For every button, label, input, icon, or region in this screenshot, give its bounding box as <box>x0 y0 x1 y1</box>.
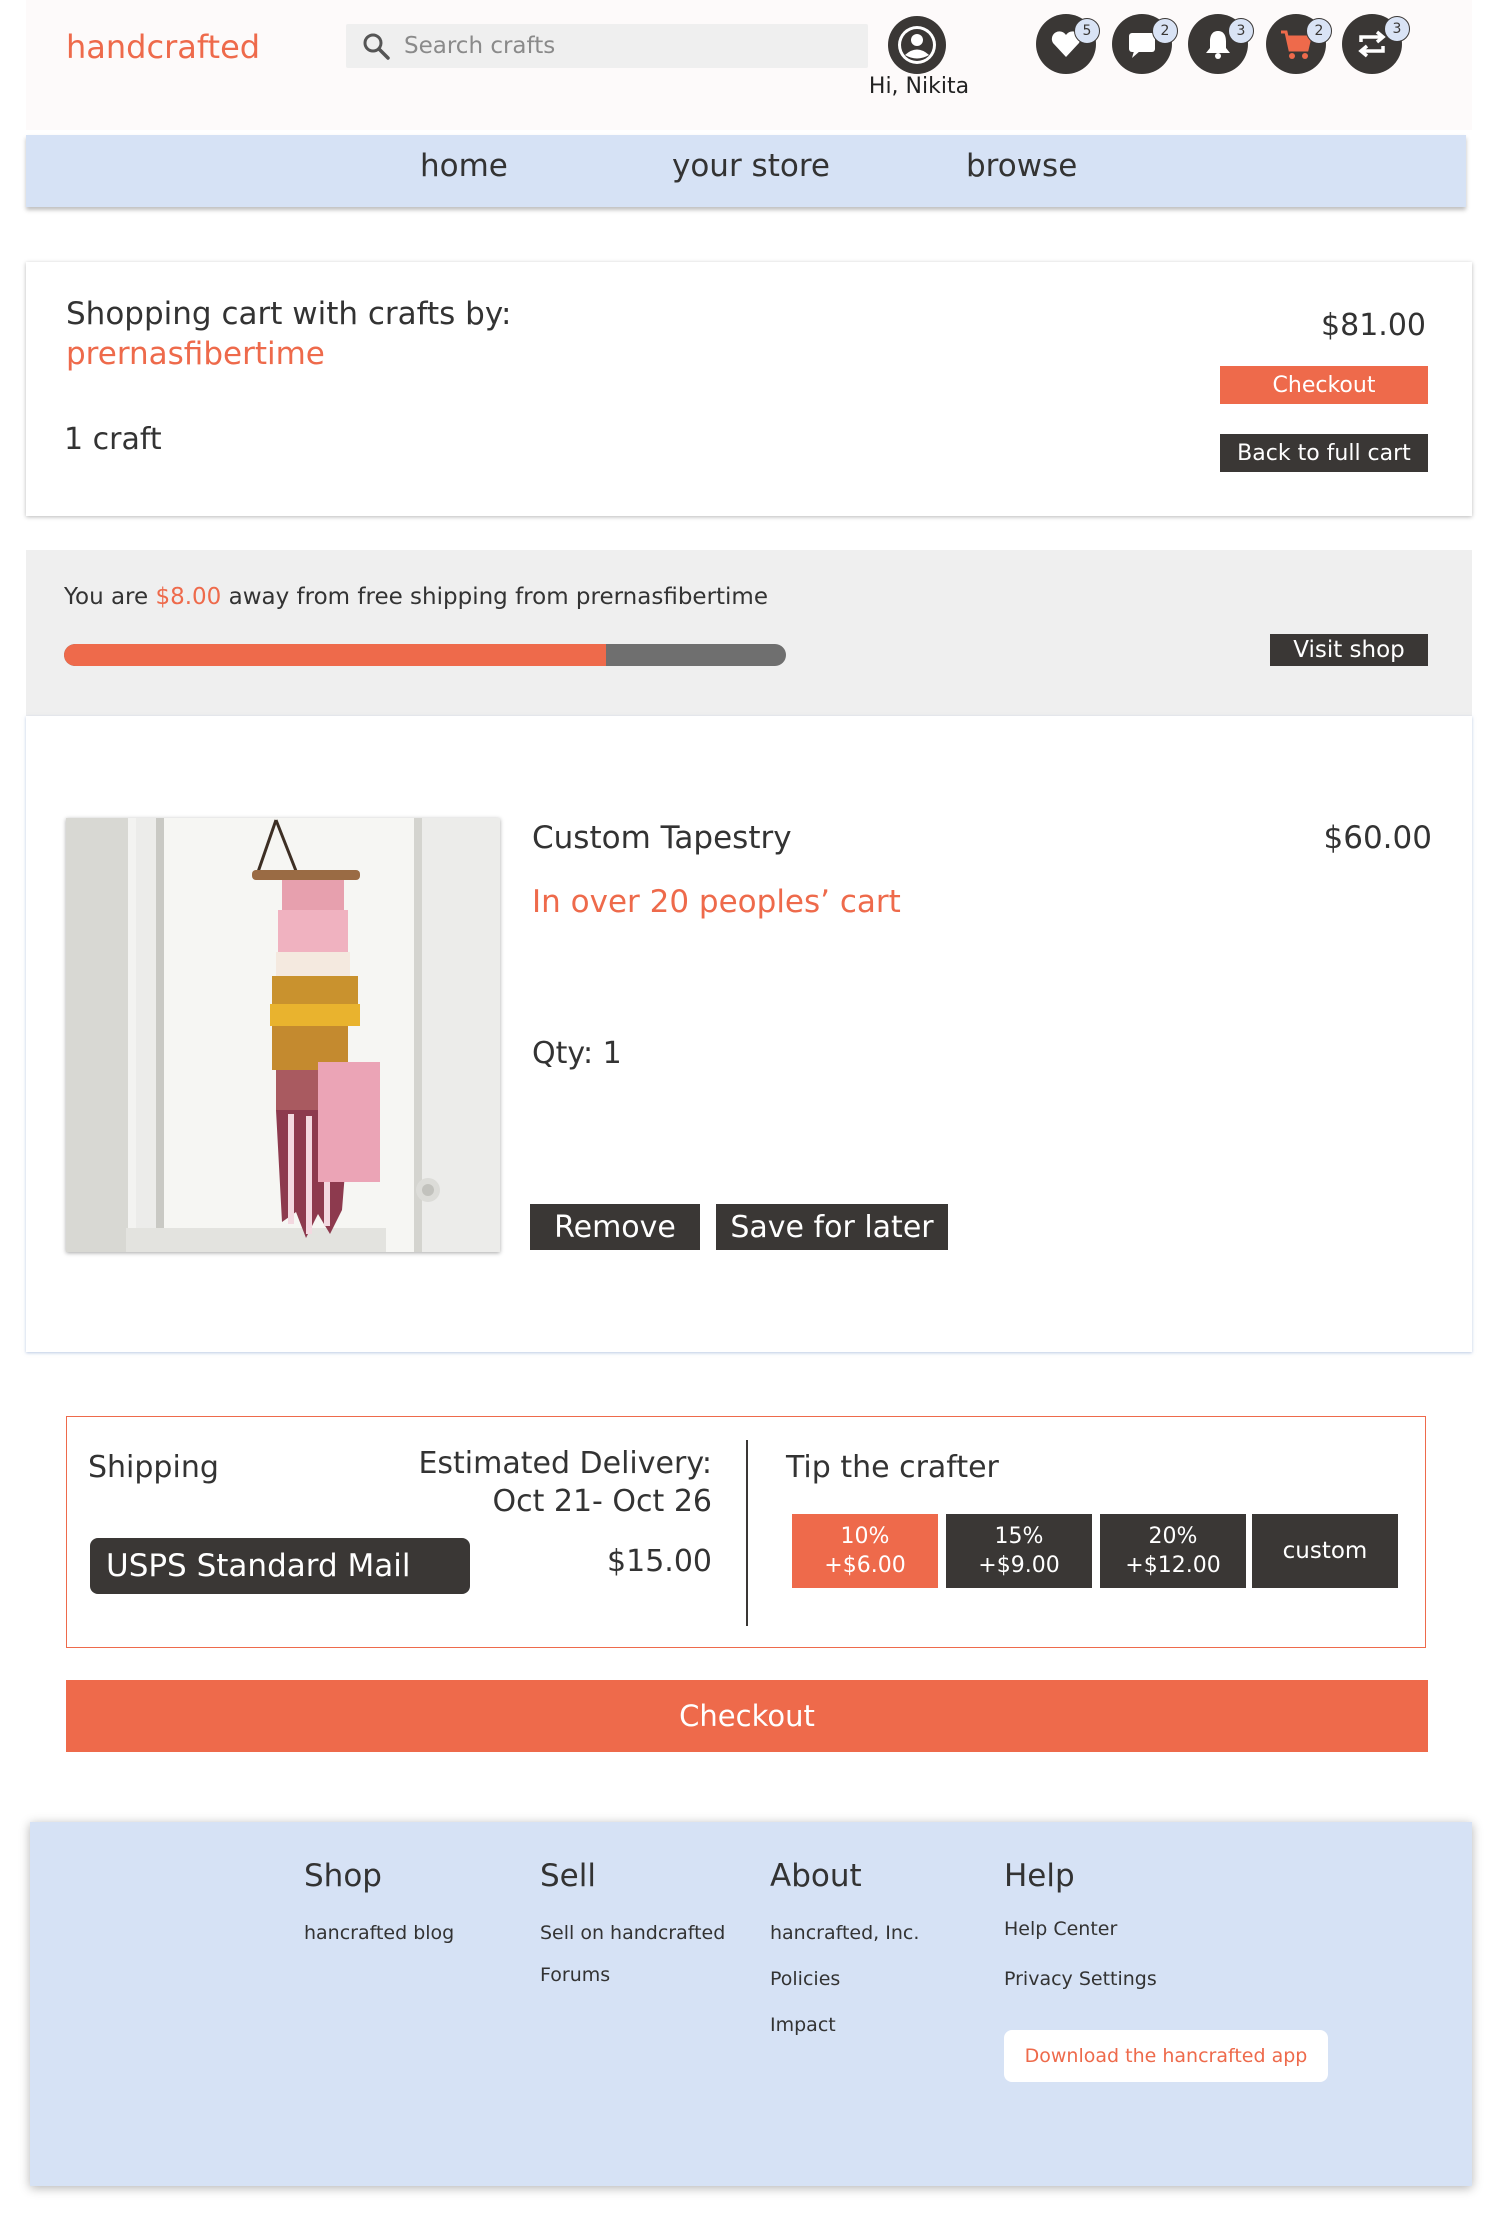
tip-option-amount: +$6.00 <box>824 1553 906 1578</box>
free-shipping-amount: $8.00 <box>155 584 222 610</box>
item-quantity[interactable]: Qty: 1 <box>532 1036 622 1071</box>
footer-heading-about: About <box>770 1858 862 1894</box>
footer-link-impact[interactable]: Impact <box>770 2014 836 2036</box>
footer-link-privacy-settings[interactable]: Privacy Settings <box>1004 1968 1157 1990</box>
user-greeting: Hi, Nikita <box>868 74 970 99</box>
free-shipping-banner <box>26 550 1472 716</box>
back-to-full-cart-button[interactable]: Back to full cart <box>1220 434 1428 472</box>
shipping-heading: Shipping <box>88 1450 219 1485</box>
tip-option-percent: 15% <box>994 1524 1044 1549</box>
cart-count-badge: 2 <box>1306 18 1332 44</box>
free-shipping-prefix: You are <box>64 584 156 610</box>
nav-browse[interactable]: browse <box>966 148 1077 184</box>
footer-heading-help: Help <box>1004 1858 1075 1894</box>
notifications-count-badge: 3 <box>1228 18 1254 44</box>
free-shipping-progress-bar <box>64 644 786 666</box>
tip-option-10[interactable]: 10% +$6.00 <box>792 1514 938 1588</box>
tip-option-percent: 20% <box>1148 1524 1198 1549</box>
save-for-later-button[interactable]: Save for later <box>716 1204 948 1250</box>
footer-link-company[interactable]: hancrafted, Inc. <box>770 1922 919 1944</box>
footer-link-policies[interactable]: Policies <box>770 1968 840 1990</box>
search-icon[interactable] <box>354 24 398 68</box>
craft-count: 1 craft <box>64 422 162 457</box>
tip-option-percent: 10% <box>840 1524 890 1549</box>
nav-home[interactable]: home <box>420 148 508 184</box>
item-title[interactable]: Custom Tapestry <box>532 820 792 856</box>
free-shipping-suffix: away from free shipping from prernasfibe… <box>221 584 768 610</box>
estimated-delivery-label: Estimated Delivery: <box>418 1446 712 1481</box>
tip-option-amount: +$12.00 <box>1125 1553 1221 1578</box>
download-app-button[interactable]: Download the hancrafted app <box>1004 2030 1328 2082</box>
footer-heading-shop: Shop <box>304 1858 382 1894</box>
checkout-button-top[interactable]: Checkout <box>1220 366 1428 404</box>
tip-option-20[interactable]: 20% +$12.00 <box>1100 1514 1246 1588</box>
tip-heading: Tip the crafter <box>786 1450 999 1485</box>
estimated-delivery-dates: Oct 21- Oct 26 <box>492 1484 712 1519</box>
free-shipping-message: You are $8.00 away from free shipping fr… <box>64 584 768 610</box>
panel-divider <box>746 1440 748 1626</box>
messages-count-badge: 2 <box>1152 18 1178 44</box>
remove-button[interactable]: Remove <box>530 1204 700 1250</box>
tip-option-custom[interactable]: custom <box>1252 1514 1398 1588</box>
footer-link-blog[interactable]: hancrafted blog <box>304 1922 454 1944</box>
footer-heading-sell: Sell <box>540 1858 596 1894</box>
tapestry-photo <box>66 818 500 1252</box>
favorites-count-badge: 5 <box>1074 18 1100 44</box>
search-input[interactable] <box>404 33 844 59</box>
item-price: $60.00 <box>1323 820 1432 856</box>
free-shipping-progress-fill <box>64 644 606 666</box>
shipping-cost: $15.00 <box>607 1544 712 1579</box>
footer-link-sell-on-handcrafted[interactable]: Sell on handcrafted <box>540 1922 725 1944</box>
exchange-count-badge: 3 <box>1384 16 1410 42</box>
footer <box>30 1822 1472 2186</box>
cart-total: $81.00 <box>1321 308 1426 343</box>
account-icon[interactable] <box>888 16 946 74</box>
item-popularity-note: In over 20 peoples’ cart <box>532 884 901 920</box>
cart-summary-title: Shopping cart with crafts by: <box>66 296 512 332</box>
visit-shop-button[interactable]: Visit shop <box>1270 634 1428 666</box>
site-logo[interactable]: handcrafted <box>66 28 260 66</box>
footer-link-forums[interactable]: Forums <box>540 1964 610 1986</box>
footer-link-help-center[interactable]: Help Center <box>1004 1918 1117 1940</box>
item-image[interactable] <box>66 818 500 1252</box>
nav-your-store[interactable]: your store <box>672 148 830 184</box>
shop-name-link[interactable]: prernasfibertime <box>66 336 325 372</box>
checkout-button[interactable]: Checkout <box>66 1680 1428 1752</box>
shipping-method-select[interactable]: USPS Standard Mail <box>90 1538 470 1594</box>
search-bar[interactable] <box>346 24 868 68</box>
tip-option-15[interactable]: 15% +$9.00 <box>946 1514 1092 1588</box>
tip-option-amount: +$9.00 <box>978 1553 1060 1578</box>
